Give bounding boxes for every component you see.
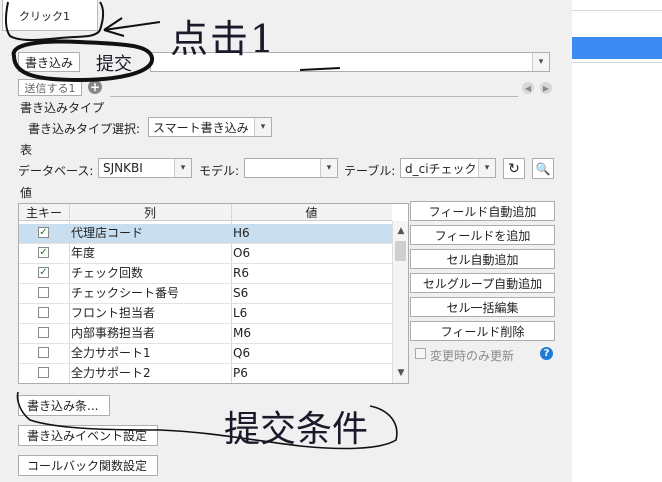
annotation-submit-note: 提交 [96,54,132,75]
annotation-condition-note: 提交条件 [224,409,369,450]
annotation-click-note: 点击1 [170,17,277,61]
annotation-bracket-top [5,1,104,41]
annotation-arrow [103,17,161,37]
annotation-underline-1 [299,67,341,71]
